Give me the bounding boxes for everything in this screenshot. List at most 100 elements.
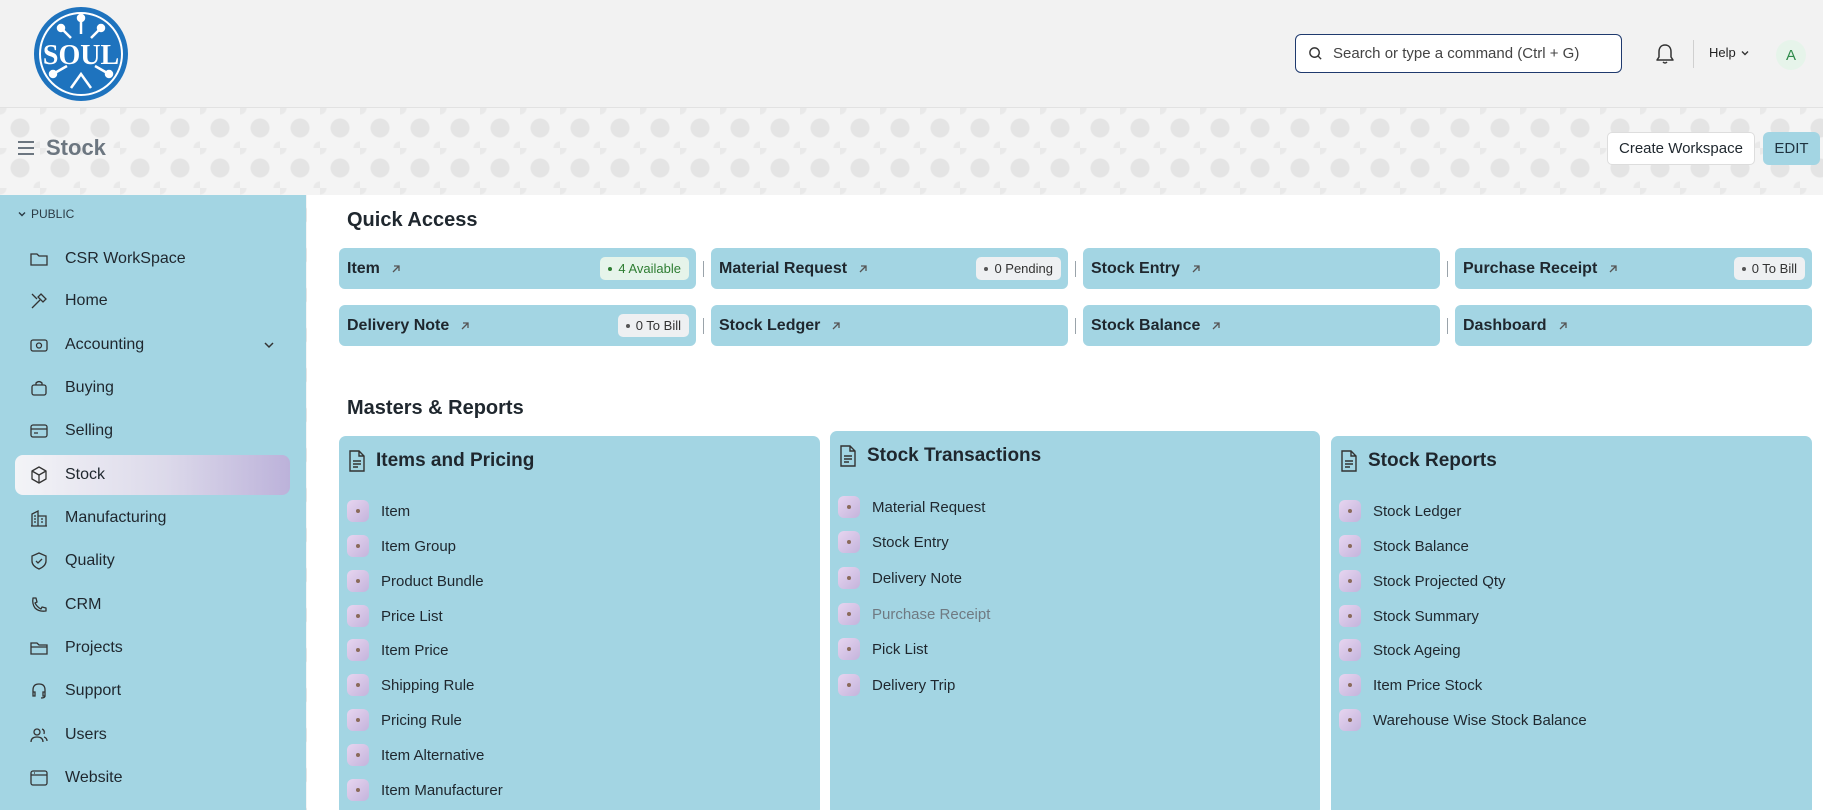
sidebar-item-users[interactable]: Users xyxy=(15,715,290,755)
soul-logo[interactable]: SOUL xyxy=(31,4,131,104)
status-badge: 0 To Bill xyxy=(617,314,689,337)
link-stock-ageing[interactable]: Stock Ageing xyxy=(1339,639,1461,661)
masters-reports-heading: Masters & Reports xyxy=(347,397,524,419)
page-title: Stock xyxy=(46,135,106,160)
sidebar-section-public[interactable]: PUBLIC xyxy=(17,207,74,221)
shortcut-stock-balance[interactable]: Stock Balance xyxy=(1083,305,1440,346)
link-product-bundle[interactable]: Product Bundle xyxy=(347,570,484,592)
shortcut-stock-entry[interactable]: Stock Entry xyxy=(1083,248,1440,289)
shortcut-material-request[interactable]: Material Request 0 Pending xyxy=(711,248,1068,289)
sidebar-item-label: Website xyxy=(65,769,123,786)
shortcut-separator xyxy=(703,318,704,334)
sidebar-item-manufacturing[interactable]: Manufacturing xyxy=(15,498,290,538)
shortcut-separator xyxy=(703,261,704,277)
link-stock-entry[interactable]: Stock Entry xyxy=(838,531,949,553)
link-item-alternative[interactable]: Item Alternative xyxy=(347,744,484,766)
doctype-icon xyxy=(347,639,369,661)
link-label: Item Price xyxy=(381,641,449,659)
shortcut-item[interactable]: Item 4 Available xyxy=(339,248,696,289)
document-icon xyxy=(349,450,365,472)
link-warehouse-wise-stock-balance[interactable]: Warehouse Wise Stock Balance xyxy=(1339,709,1587,731)
help-label: Help xyxy=(1709,45,1736,60)
phone-icon xyxy=(32,597,47,612)
shortcut-dashboard[interactable]: Dashboard xyxy=(1455,305,1812,346)
link-delivery-trip[interactable]: Delivery Trip xyxy=(838,674,955,696)
link-label: Material Request xyxy=(872,498,986,516)
hamburger-menu-icon[interactable] xyxy=(17,140,35,156)
sidebar-item-label: Manufacturing xyxy=(65,509,167,526)
tools-icon xyxy=(31,293,47,309)
link-price-list[interactable]: Price List xyxy=(347,605,443,627)
sidebar-item-support[interactable]: Support xyxy=(15,671,290,711)
link-label: Pricing Rule xyxy=(381,711,462,729)
sidebar-item-website[interactable]: Website xyxy=(15,758,290,798)
link-purchase-receipt[interactable]: Purchase Receipt xyxy=(838,603,990,625)
folder-icon xyxy=(30,642,48,655)
link-shipping-rule[interactable]: Shipping Rule xyxy=(347,674,474,696)
user-avatar[interactable]: A xyxy=(1776,40,1806,70)
sidebar-item-accounting[interactable]: Accounting xyxy=(15,325,290,365)
sidebar-item-home[interactable]: Home xyxy=(15,281,290,321)
arrow-up-right-icon xyxy=(859,264,867,272)
doctype-icon xyxy=(1339,535,1361,557)
help-dropdown[interactable]: Help xyxy=(1709,45,1750,60)
link-label: Stock Ageing xyxy=(1373,641,1461,659)
link-item-price[interactable]: Item Price xyxy=(347,639,449,661)
sidebar-item-quality[interactable]: Quality xyxy=(15,541,290,581)
edit-button[interactable]: EDIT xyxy=(1763,132,1820,165)
badge-label: 0 Pending xyxy=(994,261,1053,276)
shortcut-stock-ledger[interactable]: Stock Ledger xyxy=(711,305,1068,346)
link-stock-balance[interactable]: Stock Balance xyxy=(1339,535,1469,557)
sidebar-item-buying[interactable]: Buying xyxy=(15,368,290,408)
link-stock-summary[interactable]: Stock Summary xyxy=(1339,605,1479,627)
card-items-and-pricing: Items and Pricing Item Item Group Produc… xyxy=(339,436,820,810)
link-label: Item Group xyxy=(381,537,457,555)
link-item-manufacturer[interactable]: Item Manufacturer xyxy=(347,779,503,801)
shortcut-separator xyxy=(1447,261,1448,277)
shortcut-label: Delivery Note xyxy=(347,316,450,334)
doctype-icon xyxy=(347,570,369,592)
search-input[interactable] xyxy=(1333,45,1603,62)
link-label: Stock Entry xyxy=(872,533,949,551)
chevron-down-icon xyxy=(18,212,26,217)
link-delivery-note[interactable]: Delivery Note xyxy=(838,567,962,589)
arrow-up-right-icon xyxy=(1212,321,1221,329)
card-header: Stock Reports xyxy=(1340,450,1497,472)
link-item-price-stock[interactable]: Item Price Stock xyxy=(1339,674,1482,696)
link-item[interactable]: Item xyxy=(347,500,410,522)
notification-bell-icon[interactable] xyxy=(1655,43,1675,65)
doctype-icon xyxy=(347,674,369,696)
link-stock-projected-qty[interactable]: Stock Projected Qty xyxy=(1339,570,1506,592)
link-label: Warehouse Wise Stock Balance xyxy=(1373,711,1587,729)
shortcut-delivery-note[interactable]: Delivery Note 0 To Bill xyxy=(339,305,696,346)
link-stock-ledger[interactable]: Stock Ledger xyxy=(1339,500,1461,522)
svg-text:SOUL: SOUL xyxy=(43,40,119,71)
card-title: Stock Transactions xyxy=(867,445,1042,466)
link-item-group[interactable]: Item Group xyxy=(347,535,456,557)
link-label: Delivery Note xyxy=(872,569,963,587)
search-bar[interactable] xyxy=(1295,34,1622,73)
shortcut-purchase-receipt[interactable]: Purchase Receipt 0 To Bill xyxy=(1455,248,1812,289)
sidebar-item-selling[interactable]: Selling xyxy=(15,411,290,451)
link-material-request[interactable]: Material Request xyxy=(838,496,985,518)
doctype-icon xyxy=(838,531,860,553)
doctype-icon xyxy=(347,500,369,522)
link-label: Item Price Stock xyxy=(1373,676,1483,694)
chevron-down-icon[interactable] xyxy=(262,338,276,352)
sidebar-item-stock[interactable]: Stock xyxy=(15,455,290,495)
card-header: Stock Transactions xyxy=(839,445,1041,467)
create-workspace-button[interactable]: Create Workspace xyxy=(1607,132,1755,165)
link-pricing-rule[interactable]: Pricing Rule xyxy=(347,709,462,731)
box-icon xyxy=(31,466,47,484)
card-stock-transactions: Stock Transactions Material Request Stoc… xyxy=(830,431,1320,810)
top-navbar: SOUL Help A xyxy=(0,0,1823,108)
link-pick-list[interactable]: Pick List xyxy=(838,638,928,660)
headset-icon xyxy=(32,683,46,699)
doctype-icon xyxy=(1339,674,1361,696)
sidebar-item-label: Projects xyxy=(65,639,123,656)
sidebar-item-crm[interactable]: CRM xyxy=(15,585,290,625)
arrow-up-right-icon xyxy=(1559,321,1567,329)
sidebar-item-csr-workspace[interactable]: CSR WorkSpace xyxy=(15,239,290,279)
sidebar-item-projects[interactable]: Projects xyxy=(15,628,290,668)
link-label: Item Manufacturer xyxy=(381,781,503,799)
